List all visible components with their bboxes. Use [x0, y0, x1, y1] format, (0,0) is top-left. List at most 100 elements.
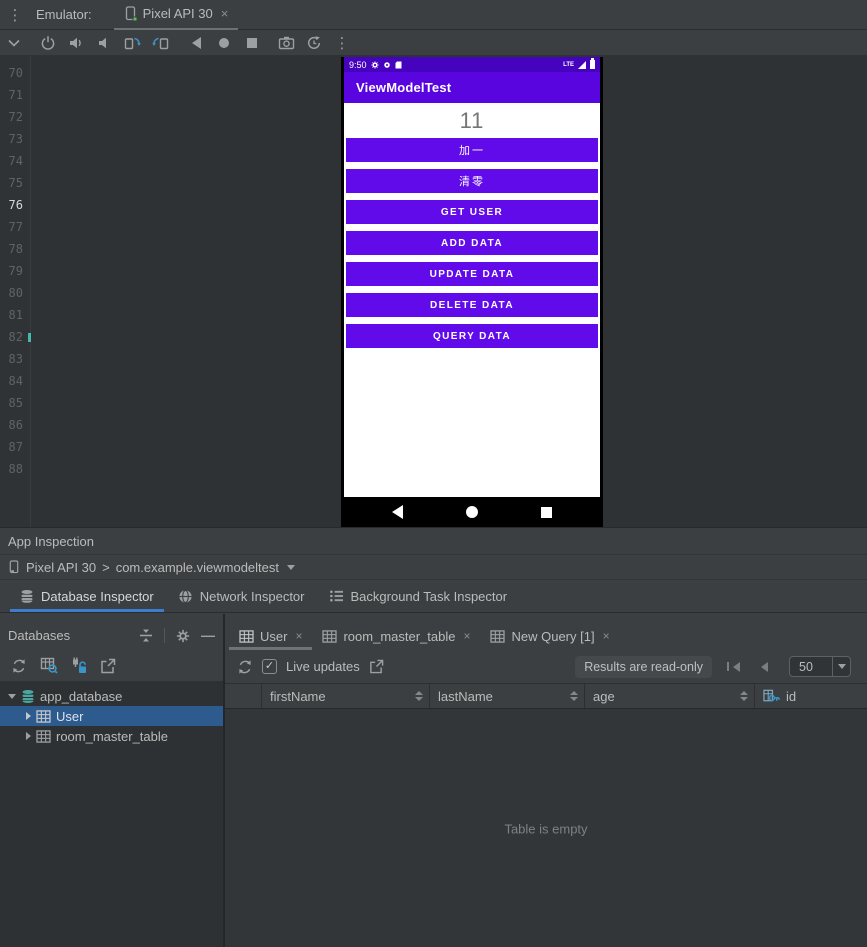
table-icon	[490, 629, 506, 643]
camera-icon[interactable]	[272, 30, 300, 56]
record-icon[interactable]	[210, 30, 238, 56]
run-query-table-icon[interactable]	[40, 657, 58, 674]
line-number-gutter: 70 71 72 73 74 75 76 77 78 79 80 81 82 83 84 85 86 87 88	[0, 56, 31, 527]
live-updates-label: Live updates	[286, 659, 360, 674]
emulator-label: Emulator:	[36, 7, 92, 22]
rotate-right-icon[interactable]	[146, 30, 174, 56]
reset-zero-button[interactable]: 清零	[346, 169, 598, 193]
device-tab[interactable]: Pixel API 30 ×	[113, 0, 239, 30]
previous-page-button[interactable]	[761, 661, 768, 672]
process-selector[interactable]: Pixel API 30 > com.example.viewmodeltest	[0, 554, 867, 580]
line-number: 85	[8, 396, 23, 410]
process-device: Pixel API 30	[26, 559, 97, 575]
device-screen: 9:50 LTE ViewModelTest 11 加一 清零 GET USER…	[344, 57, 600, 527]
emulator-device-frame: 9:50 LTE ViewModelTest 11 加一 清零 GET USER…	[341, 57, 603, 527]
nav-recents-icon[interactable]	[541, 506, 552, 518]
panel-title: App Inspection	[8, 533, 95, 549]
result-tab-user[interactable]: User ×	[229, 622, 313, 650]
keep-connections-open-icon[interactable]	[71, 657, 87, 674]
line-number: 79	[8, 264, 23, 278]
chevron-down-icon	[287, 564, 295, 570]
line-number: 88	[8, 462, 23, 476]
databases-title: Databases	[8, 628, 71, 643]
empty-table-message: Table is empty	[504, 821, 588, 836]
android-studio-window: ⋮ Emulator: Pixel API 30 × ⋮ 70 71 72 73…	[0, 0, 867, 947]
tool-window-options-icon[interactable]: ⋮	[0, 6, 30, 24]
table-icon	[239, 629, 254, 643]
table-icon	[36, 709, 51, 723]
line-number: 76	[8, 198, 23, 212]
line-number: 73	[8, 132, 23, 146]
result-tabs: User × room_master_table × New Query [1]…	[225, 614, 867, 650]
get-user-button[interactable]: GET USER	[346, 200, 598, 224]
editor-change-marker	[28, 333, 31, 342]
page-size-dropdown[interactable]: 50	[789, 656, 851, 677]
gear-icon[interactable]	[176, 629, 190, 643]
volume-up-icon[interactable]	[62, 30, 90, 56]
close-icon[interactable]: ×	[603, 629, 610, 643]
tree-item-user-table[interactable]: User	[0, 706, 223, 726]
delete-data-button[interactable]: DELETE DATA	[346, 293, 598, 317]
status-sdcard-icon	[395, 61, 402, 69]
hide-panel-icon[interactable]: —	[201, 627, 215, 643]
export-icon[interactable]	[369, 659, 384, 674]
column-header-lastname[interactable]: lastName	[430, 684, 585, 708]
line-number: 78	[8, 242, 23, 256]
line-number: 87	[8, 440, 23, 454]
process-separator: >	[102, 559, 110, 575]
power-icon[interactable]	[34, 30, 62, 56]
column-header-age[interactable]: age	[585, 684, 755, 708]
refresh-icon[interactable]	[237, 659, 253, 675]
close-icon[interactable]: ×	[295, 629, 302, 643]
nav-home-icon[interactable]	[466, 506, 478, 518]
databases-tree: app_database User room_master_table	[0, 681, 223, 947]
line-number: 86	[8, 418, 23, 432]
line-number: 83	[8, 352, 23, 366]
databases-toolbar	[0, 650, 223, 681]
tree-item-app-database[interactable]: app_database	[0, 686, 223, 706]
sort-icon[interactable]	[740, 691, 748, 701]
editor-stage: 70 71 72 73 74 75 76 77 78 79 80 81 82 83 84 85 86 87 88 9…	[0, 56, 867, 527]
result-tab-new-query[interactable]: New Query [1] ×	[480, 622, 619, 650]
tree-item-room-master-table[interactable]: room_master_table	[0, 726, 223, 746]
phone-icon	[8, 560, 20, 574]
column-header-id[interactable]: id	[755, 684, 867, 708]
volume-down-icon[interactable]	[90, 30, 118, 56]
rotate-left-icon[interactable]	[118, 30, 146, 56]
sort-icon[interactable]	[570, 691, 578, 701]
column-header-firstname[interactable]: firstName	[262, 684, 430, 708]
database-icon	[21, 689, 35, 704]
first-page-button[interactable]	[727, 661, 740, 672]
live-updates-checkbox[interactable]: ✓	[262, 659, 277, 674]
signal-icon	[578, 60, 586, 69]
battery-icon	[590, 58, 595, 69]
snapshot-icon[interactable]	[300, 30, 328, 56]
add-one-button[interactable]: 加一	[346, 138, 598, 162]
inspector-tabs: Database Inspector Network Inspector Bac…	[0, 580, 867, 613]
add-data-button[interactable]: ADD DATA	[346, 231, 598, 255]
collapse-toolbar-icon[interactable]	[0, 30, 28, 56]
overflow-menu-icon[interactable]: ⋮	[328, 30, 356, 56]
sort-icon[interactable]	[415, 691, 423, 701]
close-icon[interactable]: ×	[221, 6, 229, 21]
line-number: 75	[8, 176, 23, 190]
counter-display: 11	[344, 103, 600, 138]
tab-network-inspector[interactable]: Network Inspector	[166, 580, 317, 612]
emulator-tabbar: ⋮ Emulator: Pixel API 30 ×	[0, 0, 867, 30]
tab-database-inspector[interactable]: Database Inspector	[8, 580, 166, 612]
stop-icon[interactable]	[238, 30, 266, 56]
export-icon[interactable]	[100, 658, 116, 674]
process-package: com.example.viewmodeltest	[115, 559, 279, 575]
collapse-all-icon[interactable]	[139, 628, 153, 643]
result-tab-room-master-table[interactable]: room_master_table ×	[312, 622, 480, 650]
refresh-icon[interactable]	[11, 658, 27, 674]
query-data-button[interactable]: QUERY DATA	[346, 324, 598, 348]
back-icon[interactable]	[182, 30, 210, 56]
tab-background-task-inspector[interactable]: Background Task Inspector	[317, 580, 520, 612]
update-data-button[interactable]: UPDATE DATA	[346, 262, 598, 286]
status-network-label: LTE	[563, 61, 574, 68]
readonly-badge: Results are read-only	[575, 655, 712, 678]
nav-back-icon[interactable]	[392, 505, 403, 519]
chevron-down-icon	[8, 693, 16, 699]
close-icon[interactable]: ×	[463, 629, 470, 643]
